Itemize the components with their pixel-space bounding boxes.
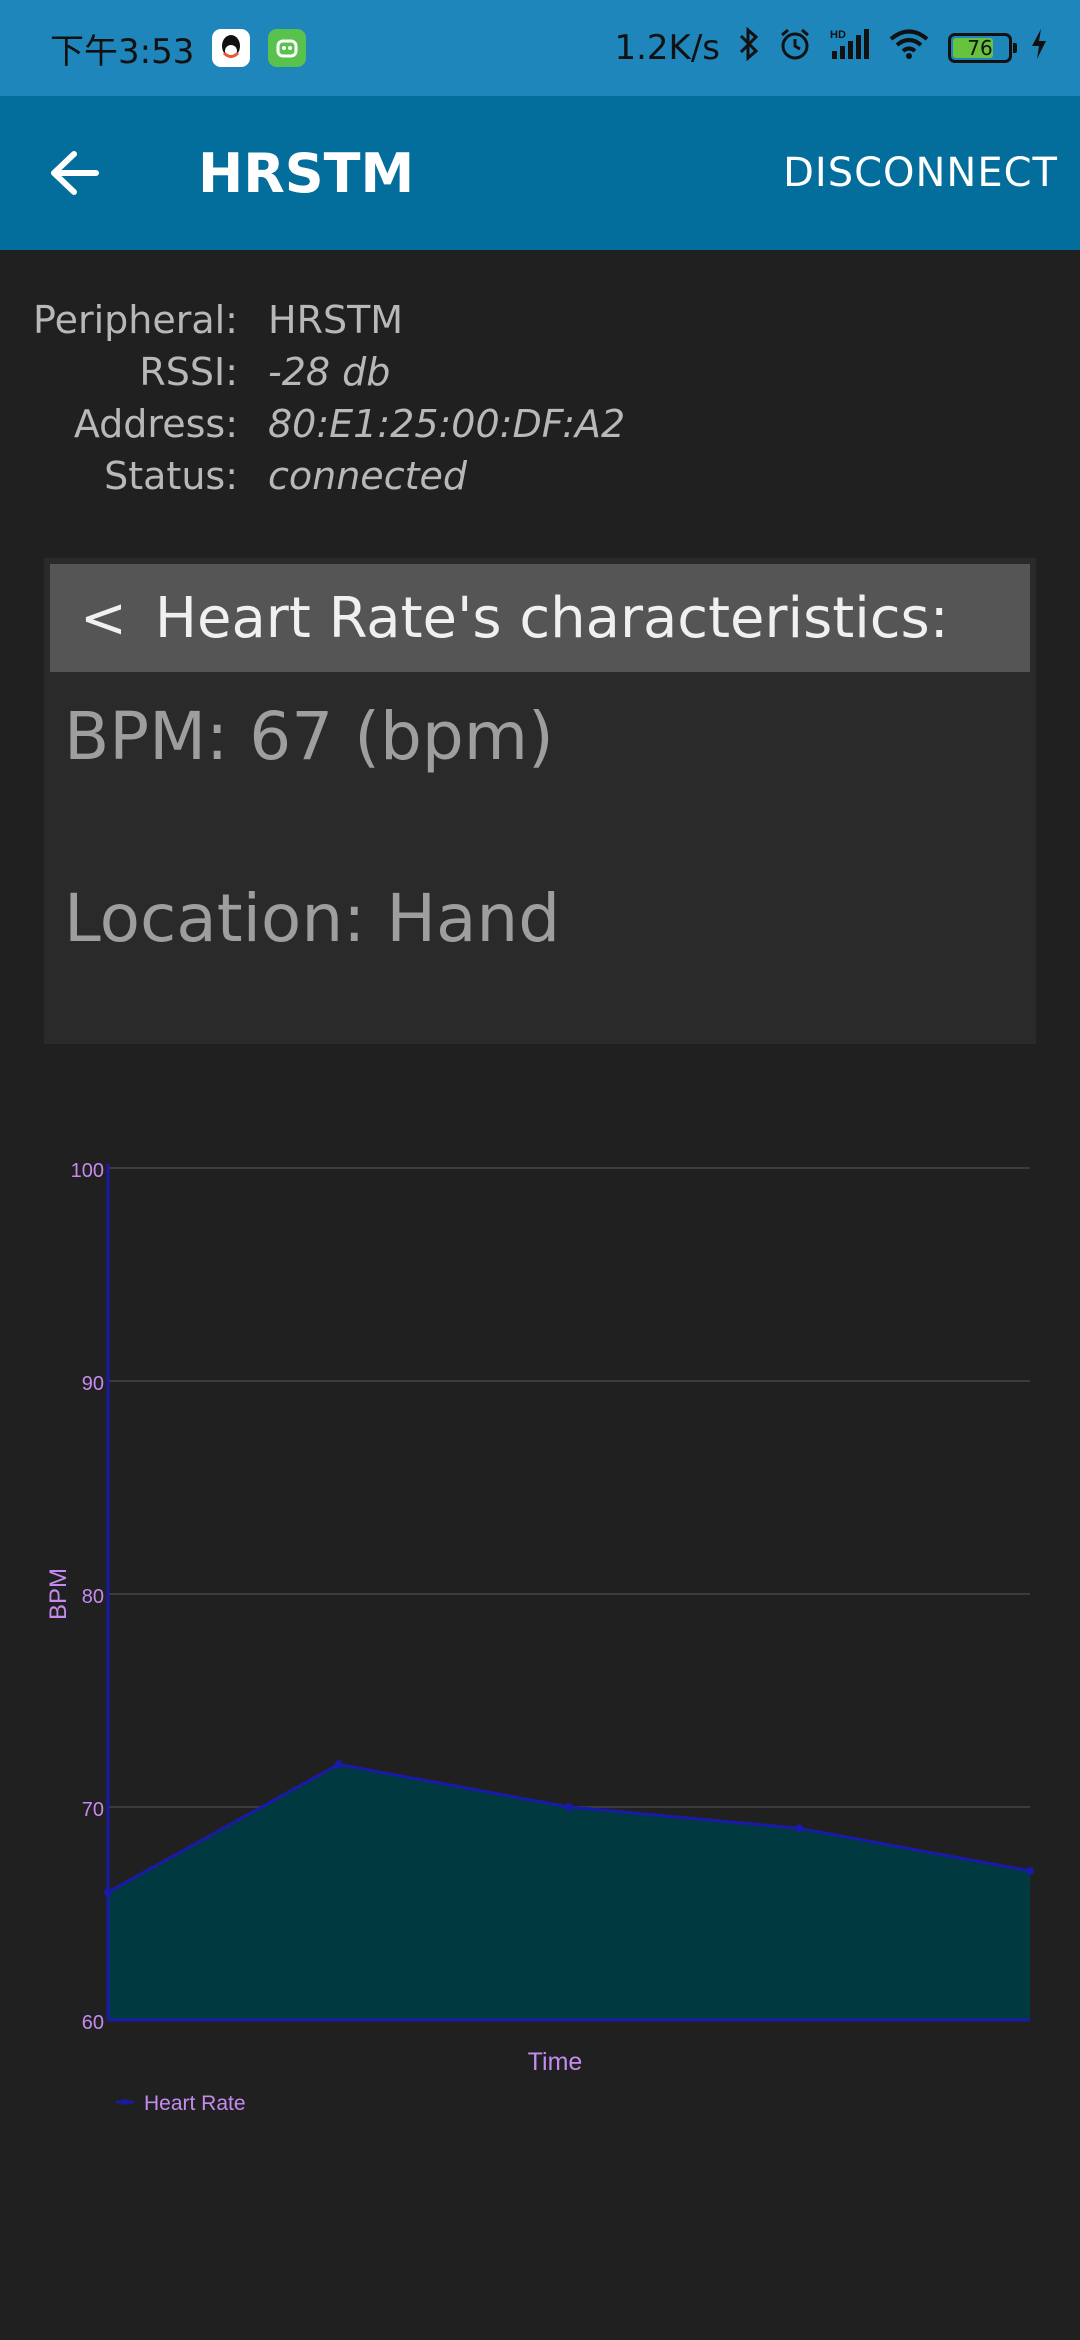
network-speed: 1.2K/s [614, 28, 720, 68]
y-tick-label: 60 [82, 2012, 104, 2034]
data-point [795, 1824, 804, 1833]
address-value: 80:E1:25:00:DF:A2 [268, 402, 626, 446]
characteristics-header[interactable]: < Heart Rate's characteristics: [50, 564, 1030, 672]
y-axis-label: BPM [45, 1568, 72, 1620]
app-icon [268, 29, 307, 67]
disconnect-button[interactable]: DISCONNECT [783, 150, 1058, 196]
address-label: Address: [73, 402, 238, 446]
data-point [334, 1760, 343, 1769]
y-tick-label: 90 [82, 1373, 104, 1395]
peripheral-label: Peripheral: [33, 298, 238, 342]
status-bar: 下午3:53 1.2K/s HD 76 [0, 0, 1080, 96]
data-point [1026, 1866, 1034, 1875]
x-axis-label: Time [528, 2048, 583, 2076]
device-info: Peripheral: HRSTM RSSI: -28 db Address: … [30, 294, 625, 502]
location-value: Location: Hand [64, 880, 561, 957]
y-tick-label: 70 [82, 1799, 104, 1821]
peripheral-value: HRSTM [268, 298, 404, 342]
hd-signal-icon: HD [830, 27, 870, 70]
qq-icon [212, 29, 251, 67]
status-label: Status: [104, 454, 238, 498]
app-bar: HRSTM DISCONNECT [0, 96, 1080, 250]
status-row: Status: connected [30, 450, 625, 502]
battery-icon: 76 [948, 33, 1017, 63]
bpm-value: BPM: 67 (bpm) [64, 698, 554, 775]
rssi-label: RSSI: [139, 350, 238, 394]
y-tick-label: 100 [71, 1160, 104, 1182]
data-point [565, 1803, 573, 1811]
legend-marker [122, 2099, 128, 2105]
status-value: connected [268, 454, 467, 498]
heart-rate-chart-svg: 60 70 80 90 100 BPM Time Heart Rate [45, 1160, 1034, 2115]
wifi-icon [888, 27, 930, 70]
heart-rate-chart: 60 70 80 90 100 BPM Time Heart Rate [0, 1130, 1080, 2130]
bluetooth-icon [738, 26, 760, 70]
series-area [108, 1764, 1030, 2020]
alarm-icon [778, 27, 812, 70]
legend-label: Heart Rate [144, 2092, 246, 2115]
battery-level: 76 [967, 36, 993, 60]
address-row: Address: 80:E1:25:00:DF:A2 [30, 398, 625, 450]
back-button[interactable] [0, 96, 150, 250]
arrow-left-icon [51, 151, 99, 195]
charging-icon [1030, 28, 1048, 69]
rssi-value: -28 db [268, 350, 391, 394]
svg-text:HD: HD [830, 29, 846, 41]
y-tick-label: 80 [82, 1586, 104, 1608]
page-title: HRSTM [198, 141, 415, 205]
clock: 下午3:53 [50, 31, 195, 72]
rssi-row: RSSI: -28 db [30, 346, 625, 398]
chevron-left-icon: < [80, 585, 127, 651]
characteristics-card: < Heart Rate's characteristics: BPM: 67 … [44, 558, 1036, 1044]
characteristics-title: Heart Rate's characteristics: [154, 585, 949, 651]
peripheral-row: Peripheral: HRSTM [30, 294, 625, 346]
